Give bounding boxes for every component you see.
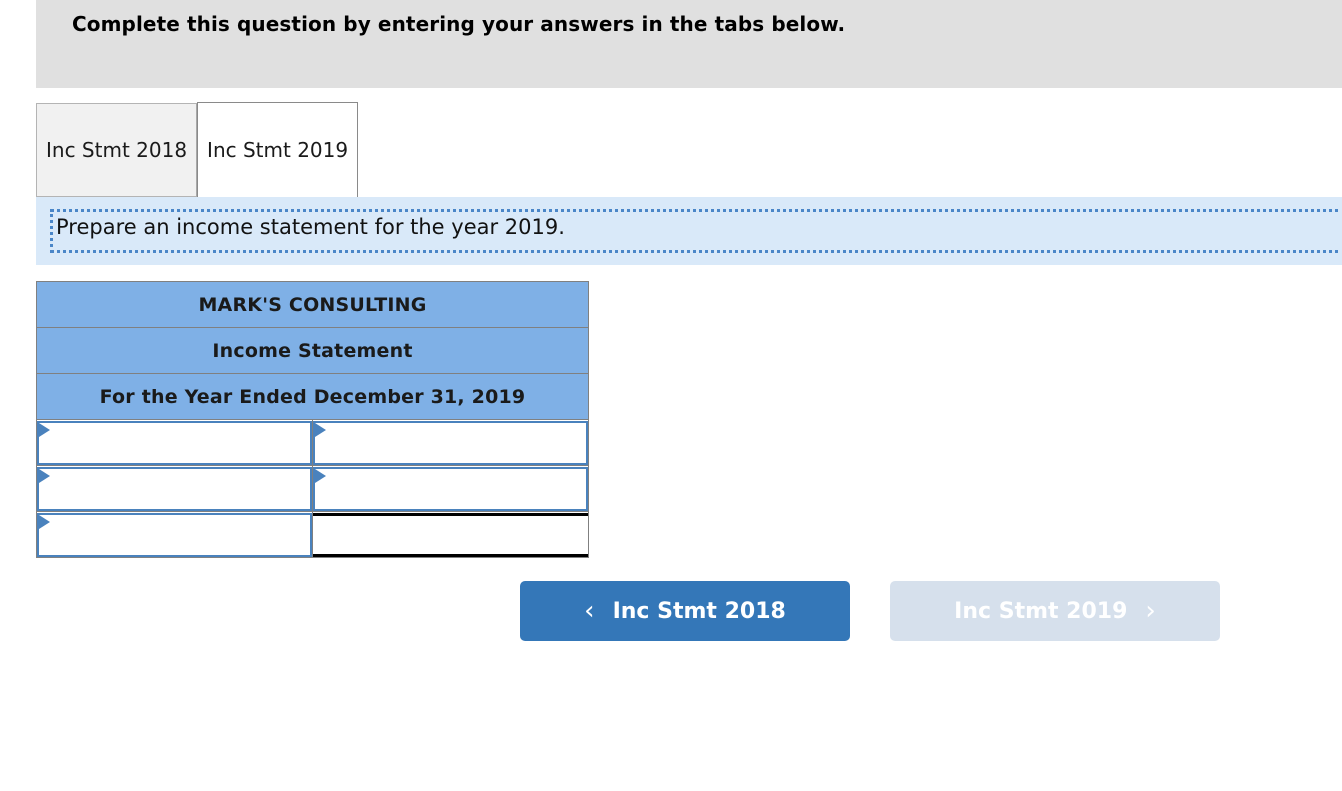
label-input-wrapper[interactable] <box>37 420 312 465</box>
statement-company-name: MARK'S CONSULTING <box>36 281 589 328</box>
next-tab-label: Inc Stmt 2019 <box>954 598 1128 624</box>
question-header-text: Complete this question by entering your … <box>72 12 846 36</box>
statement-label-input-3[interactable] <box>53 514 306 555</box>
statement-amount-input-2[interactable] <box>329 468 582 509</box>
statement-amount-cell <box>312 465 589 512</box>
dropdown-triangle-icon[interactable] <box>39 422 50 437</box>
statement-period: For the Year Ended December 31, 2019 <box>36 373 589 420</box>
statement-title-row: For the Year Ended December 31, 2019 <box>36 373 589 420</box>
chevron-left-icon: ‹ <box>584 596 595 626</box>
tab-strip: Inc Stmt 2018 Inc Stmt 2019 <box>36 102 1342 197</box>
statement-type: Income Statement <box>36 327 589 374</box>
statement-total-cell <box>312 511 589 558</box>
tab-label: Inc Stmt 2018 <box>46 138 188 162</box>
statement-label-cell <box>36 419 313 466</box>
statement-amount-cell <box>312 419 589 466</box>
statement-label-input-2[interactable] <box>53 468 306 509</box>
tab-inc-stmt-2019[interactable]: Inc Stmt 2019 <box>197 102 359 197</box>
statement-amount-input-1[interactable] <box>329 422 582 463</box>
amount-input-wrapper[interactable] <box>313 420 588 465</box>
prev-tab-button[interactable]: ‹ Inc Stmt 2018 <box>520 581 850 641</box>
dropdown-triangle-icon[interactable] <box>315 468 326 483</box>
tab-inc-stmt-2018[interactable]: Inc Stmt 2018 <box>36 103 198 197</box>
statement-label-input-1[interactable] <box>53 422 306 463</box>
label-input-wrapper[interactable] <box>37 466 312 511</box>
statement-title-row: MARK'S CONSULTING <box>36 281 589 328</box>
next-tab-button[interactable]: Inc Stmt 2019 › <box>890 581 1220 641</box>
chevron-right-icon: › <box>1145 596 1156 626</box>
statement-title-row: Income Statement <box>36 327 589 374</box>
total-input-wrapper[interactable] <box>313 512 588 557</box>
statement-total-input[interactable] <box>321 517 582 554</box>
tab-label: Inc Stmt 2019 <box>207 138 349 162</box>
dropdown-triangle-icon[interactable] <box>39 468 50 483</box>
statement-label-cell <box>36 465 313 512</box>
table-row <box>36 465 589 512</box>
table-row <box>36 419 589 466</box>
tab-navigation-bar: ‹ Inc Stmt 2018 Inc Stmt 2019 › <box>520 581 1220 641</box>
dropdown-triangle-icon[interactable] <box>315 422 326 437</box>
amount-input-wrapper[interactable] <box>313 466 588 511</box>
table-row <box>36 511 589 558</box>
dropdown-triangle-icon[interactable] <box>39 514 50 529</box>
instruction-text: Prepare an income statement for the year… <box>56 215 565 239</box>
prev-tab-label: Inc Stmt 2018 <box>612 598 786 624</box>
income-statement-table: MARK'S CONSULTING Income Statement For t… <box>36 281 589 558</box>
question-header-band: Complete this question by entering your … <box>36 0 1342 88</box>
statement-label-cell <box>36 511 313 558</box>
label-input-wrapper[interactable] <box>37 512 312 557</box>
instruction-panel: Prepare an income statement for the year… <box>36 197 1342 265</box>
